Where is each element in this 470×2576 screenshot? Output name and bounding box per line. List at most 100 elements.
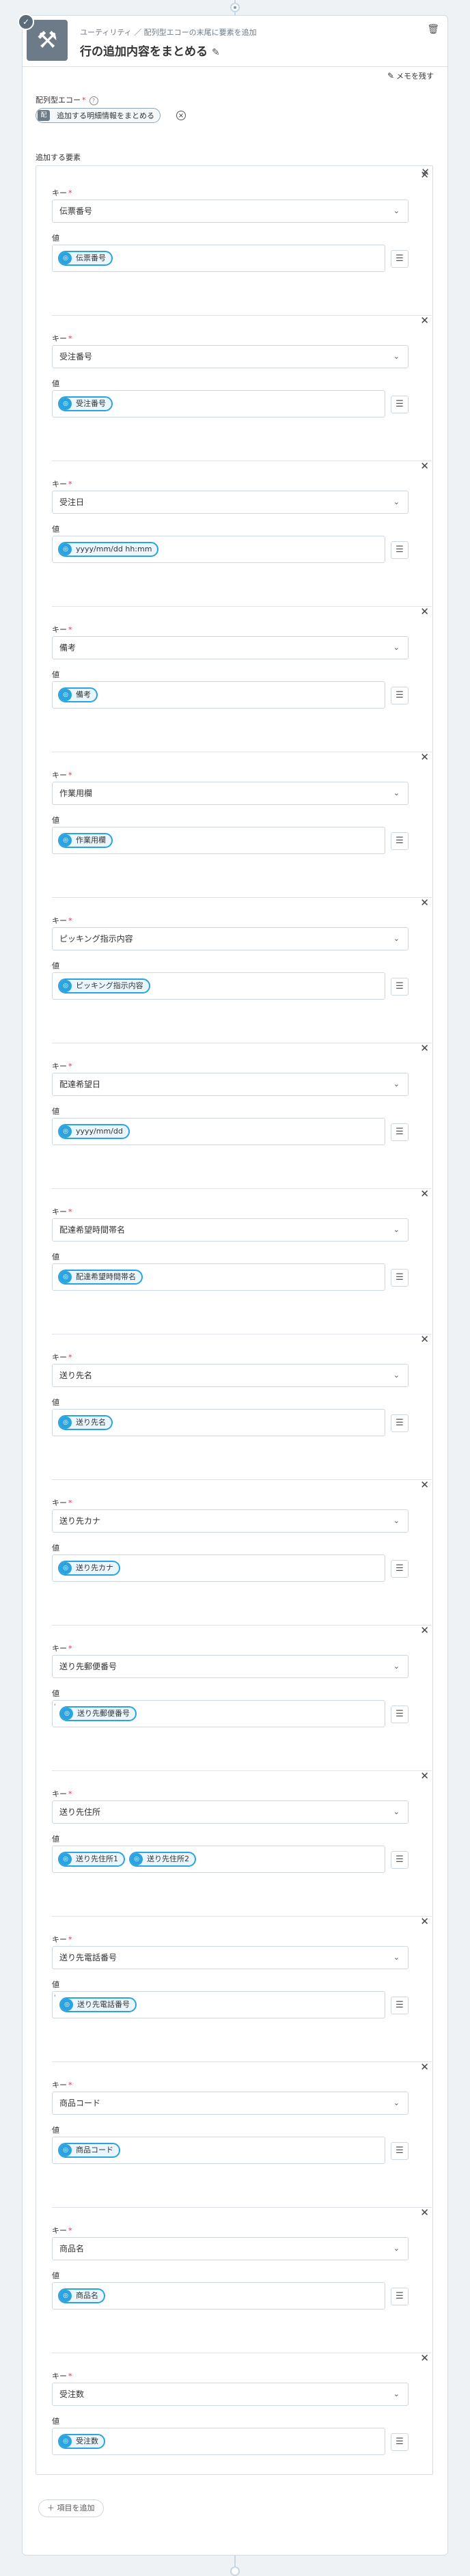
close-icon[interactable]: ✕ — [420, 1042, 429, 1054]
key-select[interactable]: 配達希望時間帯名 ⌄ — [52, 1218, 409, 1242]
key-select[interactable]: ピッキング指示内容 ⌄ — [52, 927, 409, 950]
key-label: キー — [52, 1935, 67, 1944]
list-icon[interactable]: ☰ — [391, 1414, 409, 1432]
value-field[interactable]: ◎ yyyy/mm/dd — [52, 1118, 385, 1145]
list-icon[interactable]: ☰ — [391, 2142, 409, 2160]
list-icon[interactable]: ☰ — [391, 396, 409, 413]
key-select[interactable]: 送り先名 ⌄ — [52, 1364, 409, 1387]
key-select[interactable]: 作業用欄 ⌄ — [52, 782, 409, 805]
list-icon[interactable]: ☰ — [391, 2288, 409, 2305]
list-icon[interactable]: ☰ — [391, 541, 409, 559]
close-icon[interactable]: ✕ — [420, 1770, 429, 1782]
chevron-down-icon: ⌄ — [393, 1662, 400, 1671]
close-icon[interactable]: ✕ — [420, 896, 429, 909]
key-label-row: キー * — [52, 624, 72, 635]
value-field[interactable]: ◎ 伝票番号 — [52, 245, 385, 272]
key-select[interactable]: 送り先郵便番号 ⌄ — [52, 1655, 409, 1678]
trash-icon[interactable]: 🗑 — [427, 24, 439, 35]
list-icon[interactable]: ☰ — [391, 250, 409, 268]
variable-chip[interactable]: ◎ ピッキング指示内容 — [58, 978, 150, 994]
close-icon[interactable]: ✕ — [420, 1333, 429, 1345]
key-select[interactable]: 商品名 ⌄ — [52, 2237, 409, 2260]
close-icon[interactable]: ✕ — [420, 460, 429, 472]
close-icon[interactable]: ✕ — [420, 1188, 429, 1200]
required-mark: * — [68, 2372, 72, 2381]
chevron-down-icon: ⌄ — [393, 1225, 400, 1234]
variable-chip[interactable]: ◎ 商品名 — [58, 2288, 105, 2303]
array-variable-chip[interactable]: 配追加する明細情報をまとめる — [36, 108, 161, 123]
key-select[interactable]: 商品コード ⌄ — [52, 2092, 409, 2115]
memo-button[interactable]: ✎ メモを残す — [387, 70, 434, 81]
key-select[interactable]: 受注日 ⌄ — [52, 491, 409, 514]
value-field[interactable]: ◎ 送り先名 — [52, 1409, 385, 1436]
close-icon[interactable]: ✕ — [420, 314, 429, 327]
key-select[interactable]: 備考 ⌄ — [52, 636, 409, 659]
value-field[interactable]: ' ◎ 送り先電話番号 — [52, 1991, 385, 2018]
close-icon[interactable]: ✕ — [420, 169, 429, 181]
flow-node-top[interactable] — [230, 3, 240, 12]
key-select[interactable]: 伝票番号 ⌄ — [52, 200, 409, 223]
key-select[interactable]: 送り先住所 ⌄ — [52, 1800, 409, 1824]
variable-chip[interactable]: ◎ 送り先住所1 — [58, 1852, 125, 1867]
clear-icon[interactable]: × — [176, 111, 186, 120]
variable-chip[interactable]: ◎ 作業用欄 — [58, 833, 113, 848]
list-icon[interactable]: ☰ — [391, 1269, 409, 1287]
key-select[interactable]: 受注番号 ⌄ — [52, 345, 409, 368]
value-field[interactable]: ◎ 備考 — [52, 681, 385, 709]
list-icon[interactable]: ☰ — [391, 1851, 409, 1869]
value-field[interactable]: ◎ 受注番号 — [52, 390, 385, 417]
add-item-label: 項目を追加 — [57, 2504, 95, 2512]
variable-chip[interactable]: ◎ 配達希望時間帯名 — [58, 1270, 143, 1285]
value-field[interactable]: ◎ yyyy/mm/dd hh:mm — [52, 536, 385, 563]
info-icon[interactable]: ? — [89, 96, 98, 105]
key-select[interactable]: 送り先電話番号 ⌄ — [52, 1946, 409, 1969]
value-field[interactable]: ◎ ピッキング指示内容 — [52, 972, 385, 1000]
close-icon[interactable]: ✕ — [420, 2061, 429, 2073]
list-icon[interactable]: ☰ — [391, 1560, 409, 1578]
value-field[interactable]: ' ◎ 送り先郵便番号 — [52, 1700, 385, 1727]
list-icon[interactable]: ☰ — [391, 978, 409, 996]
value-field[interactable]: ◎ 送り先住所1 ◎ 送り先住所2 — [52, 1846, 385, 1873]
variable-chip[interactable]: ◎ 商品コード — [58, 2143, 120, 2158]
value-field[interactable]: ◎ 作業用欄 — [52, 827, 385, 854]
value-field[interactable]: ◎ 送り先カナ — [52, 1554, 385, 1582]
variable-chip[interactable]: ◎ 送り先カナ — [58, 1561, 120, 1576]
value-field[interactable]: ◎ 配達希望時間帯名 — [52, 1263, 385, 1291]
value-field[interactable]: ◎ 受注数 — [52, 2428, 385, 2455]
variable-chip[interactable]: ◎ 送り先住所2 — [129, 1852, 196, 1867]
close-icon[interactable]: ✕ — [420, 751, 429, 763]
element-item: ✕ キー * 送り先郵便番号 ⌄ 値 ' ◎ 送り先郵便番号 ☰ — [52, 1624, 432, 1770]
value-field[interactable]: ◎ 商品コード — [52, 2137, 385, 2164]
add-item-button[interactable]: ＋ 項目を追加 — [38, 2499, 104, 2517]
variable-chip[interactable]: ◎ 受注番号 — [58, 396, 113, 411]
list-icon[interactable]: ☰ — [391, 2433, 409, 2451]
key-select[interactable]: 受注数 ⌄ — [52, 2383, 409, 2406]
variable-chip[interactable]: ◎ 受注数 — [58, 2434, 105, 2449]
list-icon[interactable]: ☰ — [391, 1705, 409, 1723]
variable-chip-label: 伝票番号 — [76, 254, 106, 262]
close-icon[interactable]: ✕ — [420, 2352, 429, 2364]
list-icon[interactable]: ☰ — [391, 687, 409, 704]
variable-chip[interactable]: ◎ 備考 — [58, 687, 98, 702]
list-icon[interactable]: ☰ — [391, 1123, 409, 1141]
variable-chip[interactable]: ◎ 伝票番号 — [58, 251, 113, 266]
list-icon[interactable]: ☰ — [391, 1997, 409, 2014]
variable-chip[interactable]: ◎ 送り先名 — [58, 1415, 113, 1430]
pencil-icon[interactable]: ✎ — [212, 47, 220, 58]
divider — [52, 897, 432, 898]
variable-chip[interactable]: ◎ 送り先郵便番号 — [59, 1706, 137, 1721]
list-icon[interactable]: ☰ — [391, 832, 409, 850]
close-icon[interactable]: ✕ — [420, 2206, 429, 2219]
value-field[interactable]: ◎ 商品名 — [52, 2282, 385, 2310]
variable-chip[interactable]: ◎ 送り先電話番号 — [59, 1997, 137, 2012]
element-item: ✕ キー * 受注数 ⌄ 値 ◎ 受注数 ☰ — [52, 2352, 432, 2498]
chevron-down-icon: ⌄ — [393, 789, 400, 797]
variable-chip[interactable]: ◎ yyyy/mm/dd — [58, 1124, 130, 1139]
variable-chip[interactable]: ◎ yyyy/mm/dd hh:mm — [58, 542, 159, 557]
close-icon[interactable]: ✕ — [420, 1479, 429, 1491]
close-icon[interactable]: ✕ — [420, 1624, 429, 1636]
close-icon[interactable]: ✕ — [420, 605, 429, 618]
key-select[interactable]: 送り先カナ ⌄ — [52, 1509, 409, 1533]
key-select[interactable]: 配達希望日 ⌄ — [52, 1073, 409, 1096]
close-icon[interactable]: ✕ — [420, 1915, 429, 1928]
